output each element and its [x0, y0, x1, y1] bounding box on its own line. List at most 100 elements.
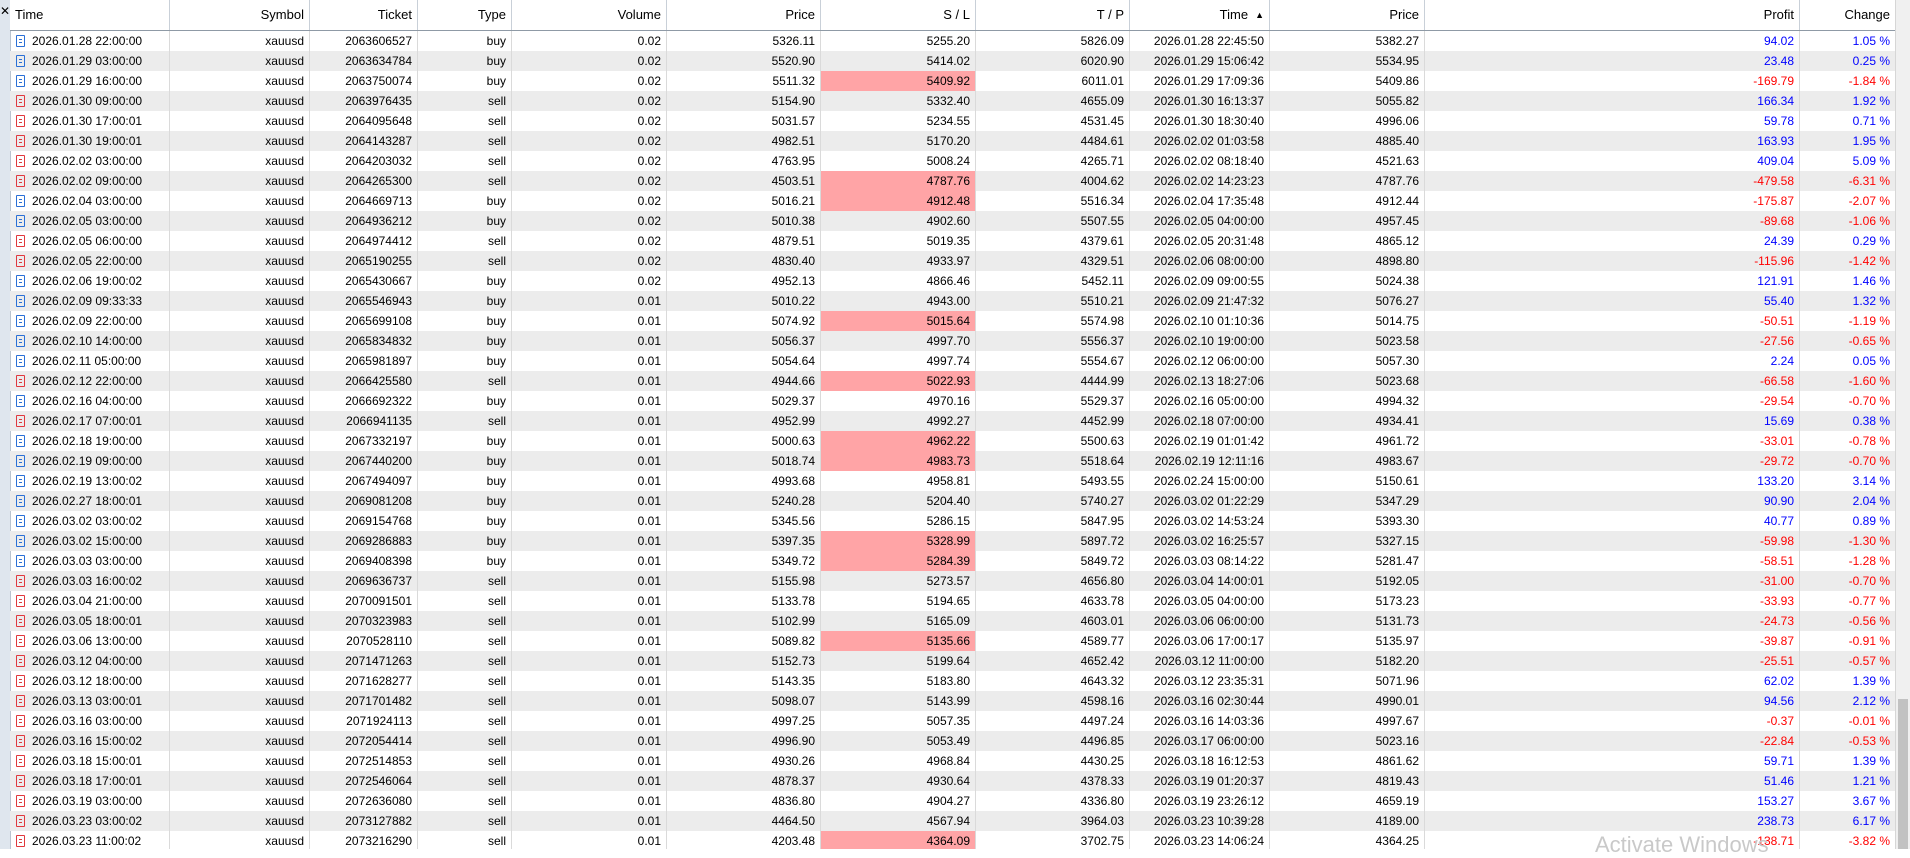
table-row[interactable]: 2026.03.02 15:00:00 xauusd 2069286883 buy 0.…	[10, 531, 1896, 551]
table-row[interactable]: 2026.02.09 09:33:33 xauusd 2065546943 buy 0.…	[10, 291, 1896, 311]
table-row[interactable]: 2026.03.04 21:00:00 xauusd 2070091501 sell 0…	[10, 591, 1896, 611]
table-row[interactable]: 2026.03.12 04:00:00 xauusd 2071471263 sell 0…	[10, 651, 1896, 671]
table-row[interactable]: 2026.02.04 03:00:00 xauusd 2064669713 buy 0.…	[10, 191, 1896, 211]
cell-text: xauusd	[265, 734, 304, 748]
col-header-time[interactable]: Time	[10, 0, 170, 30]
table-row[interactable]: 2026.02.27 18:00:01 xauusd 2069081208 buy 0.…	[10, 491, 1896, 511]
cell-text: 2026.02.11 05:00:00	[32, 354, 142, 368]
scrollbar-thumb[interactable]	[1898, 699, 1908, 849]
table-row[interactable]: 2026.03.16 15:00:02 xauusd 2072054414 sell 0…	[10, 731, 1896, 751]
table-row[interactable]: 2026.02.05 03:00:00 xauusd 2064936212 buy 0.…	[10, 211, 1896, 231]
cell-text: 2065190255	[345, 254, 412, 268]
table-row[interactable]: 2026.02.02 09:00:00 xauusd 2064265300 sell 0…	[10, 171, 1896, 191]
col-header-type[interactable]: Type	[418, 0, 512, 30]
cell-profit: 59.78	[1425, 111, 1800, 131]
table-row[interactable]: 2026.03.13 03:00:01 xauusd 2071701482 sell 0…	[10, 691, 1896, 711]
col-header-tp-label: T / P	[1096, 7, 1124, 22]
cell-text: 6011.01	[1081, 74, 1125, 88]
vertical-scrollbar[interactable]	[1895, 0, 1910, 849]
table-row[interactable]: 2026.02.18 19:00:00 xauusd 2067332197 buy 0.…	[10, 431, 1896, 451]
table-row[interactable]: 2026.01.29 16:00:00 xauusd 2063750074 buy 0.…	[10, 71, 1896, 91]
col-header-close-price[interactable]: Price	[1270, 0, 1425, 30]
table-row[interactable]: 2026.02.16 04:00:00 xauusd 2066692322 buy 0.…	[10, 391, 1896, 411]
cell-text: 2064143287	[345, 134, 412, 148]
cell-text: 4961.72	[1375, 434, 1419, 448]
table-row[interactable]: 2026.02.10 14:00:00 xauusd 2065834832 buy 0.…	[10, 331, 1896, 351]
cell-price: 5054.64	[667, 351, 821, 371]
cell-text: 5281.47	[1375, 554, 1419, 568]
table-row[interactable]: 2026.01.30 19:00:01 xauusd 2064143287 sell 0…	[10, 131, 1896, 151]
col-header-close-time[interactable]: Time ▲	[1130, 0, 1270, 30]
cell-text: -1.84 %	[1848, 74, 1890, 88]
cell-text: 4982.51	[771, 134, 815, 148]
table-row[interactable]: 2026.02.11 05:00:00 xauusd 2065981897 buy 0.…	[10, 351, 1896, 371]
cell-type: sell	[418, 171, 512, 191]
cell-text: 5511.32	[772, 74, 816, 88]
table-row[interactable]: 2026.03.03 16:00:02 xauusd 2069636737 sell 0…	[10, 571, 1896, 591]
col-header-volume[interactable]: Volume	[512, 0, 667, 30]
table-row[interactable]: 2026.02.12 22:00:00 xauusd 2066425580 sell 0…	[10, 371, 1896, 391]
cell-text: 2064265300	[345, 174, 412, 188]
table-row[interactable]: 2026.03.18 17:00:01 xauusd 2072546064 sell 0…	[10, 771, 1896, 791]
table-row[interactable]: 2026.03.16 03:00:00 xauusd 2071924113 sell 0…	[10, 711, 1896, 731]
cell-volume: 0.02	[512, 91, 667, 111]
table-row[interactable]: 2026.01.29 03:00:00 xauusd 2063634784 buy 0.…	[10, 51, 1896, 71]
sell-deal-icon	[16, 775, 25, 787]
table-row[interactable]: 2026.01.28 22:00:00 xauusd 2063606527 buy 0.…	[10, 31, 1896, 51]
cell-text: sell	[487, 154, 506, 168]
sort-ascending-icon: ▲	[1255, 10, 1264, 20]
close-icon[interactable]: ✕	[0, 4, 10, 18]
sell-deal-icon	[16, 635, 25, 647]
table-row[interactable]: 2026.03.19 03:00:00 xauusd 2072636080 sell 0…	[10, 791, 1896, 811]
table-row[interactable]: 2026.03.05 18:00:01 xauusd 2070323983 sell 0…	[10, 611, 1896, 631]
table-row[interactable]: 2026.03.12 18:00:00 xauusd 2071628277 sell 0…	[10, 671, 1896, 691]
cell-text: 5031.57	[771, 114, 815, 128]
cell-symbol: xauusd	[170, 571, 310, 591]
cell-text: 4902.60	[926, 214, 970, 228]
cell-change: 0.29 %	[1800, 231, 1896, 251]
table-row[interactable]: 2026.02.05 06:00:00 xauusd 2064974412 sell 0…	[10, 231, 1896, 251]
table-row[interactable]: 2026.03.06 13:00:00 xauusd 2070528110 sell 0…	[10, 631, 1896, 651]
col-header-tp[interactable]: T / P	[976, 0, 1130, 30]
cell-change: -0.01 %	[1800, 711, 1896, 731]
col-header-symbol[interactable]: Symbol	[170, 0, 310, 30]
cell-text: 4364.09	[926, 834, 970, 848]
cell-sl: 5409.92	[821, 71, 976, 91]
table-row[interactable]: 2026.02.17 07:00:01 xauusd 2066941135 sell 0…	[10, 411, 1896, 431]
cell-text: 5014.75	[1375, 314, 1419, 328]
table-row[interactable]: 2026.02.09 22:00:00 xauusd 2065699108 buy 0.…	[10, 311, 1896, 331]
cell-profit: -58.51	[1425, 551, 1800, 571]
cell-change: 0.38 %	[1800, 411, 1896, 431]
cell-tp: 5847.95	[976, 511, 1130, 531]
cell-text: 0.02	[637, 154, 661, 168]
table-row[interactable]: 2026.03.23 03:00:02 xauusd 2073127882 sell 0…	[10, 811, 1896, 831]
col-header-ticket[interactable]: Ticket	[310, 0, 418, 30]
col-header-price[interactable]: Price	[667, 0, 821, 30]
cell-ticket: 2066941135	[310, 411, 418, 431]
col-header-change[interactable]: Change	[1800, 0, 1896, 30]
table-row[interactable]: 2026.01.30 17:00:01 xauusd 2064095648 sell 0…	[10, 111, 1896, 131]
table-row[interactable]: 2026.03.02 03:00:02 xauusd 2069154768 buy 0.…	[10, 511, 1896, 531]
table-row[interactable]: 2026.02.19 09:00:00 xauusd 2067440200 buy 0.…	[10, 451, 1896, 471]
cell-text: xauusd	[265, 594, 304, 608]
cell-text: xauusd	[265, 814, 304, 828]
table-row[interactable]: 2026.03.03 03:00:00 xauusd 2069408398 buy 0.…	[10, 551, 1896, 571]
cell-text: 5022.93	[926, 374, 970, 388]
cell-text: 0.01	[637, 434, 661, 448]
cell-time: 2026.02.11 05:00:00	[10, 351, 170, 371]
table-row[interactable]: 2026.02.05 22:00:00 xauusd 2065190255 sell 0…	[10, 251, 1896, 271]
table-row[interactable]: 2026.02.02 03:00:00 xauusd 2064203032 sell 0…	[10, 151, 1896, 171]
table-row[interactable]: 2026.01.30 09:00:00 xauusd 2063976435 sell 0…	[10, 91, 1896, 111]
col-header-sl[interactable]: S / L	[821, 0, 976, 30]
buy-deal-icon	[16, 35, 25, 47]
cell-time: 2026.02.05 06:00:00	[10, 231, 170, 251]
table-row[interactable]: 2026.02.19 13:00:02 xauusd 2067494097 buy 0.…	[10, 471, 1896, 491]
table-row[interactable]: 2026.02.06 19:00:02 xauusd 2065430667 buy 0.…	[10, 271, 1896, 291]
cell-tp: 4652.42	[976, 651, 1130, 671]
cell-symbol: xauusd	[170, 691, 310, 711]
cell-text: -169.79	[1753, 74, 1794, 88]
cell-type: buy	[418, 471, 512, 491]
col-header-profit[interactable]: Profit	[1425, 0, 1800, 30]
table-row[interactable]: 2026.03.18 15:00:01 xauusd 2072514853 sell 0…	[10, 751, 1896, 771]
cell-price: 5102.99	[667, 611, 821, 631]
